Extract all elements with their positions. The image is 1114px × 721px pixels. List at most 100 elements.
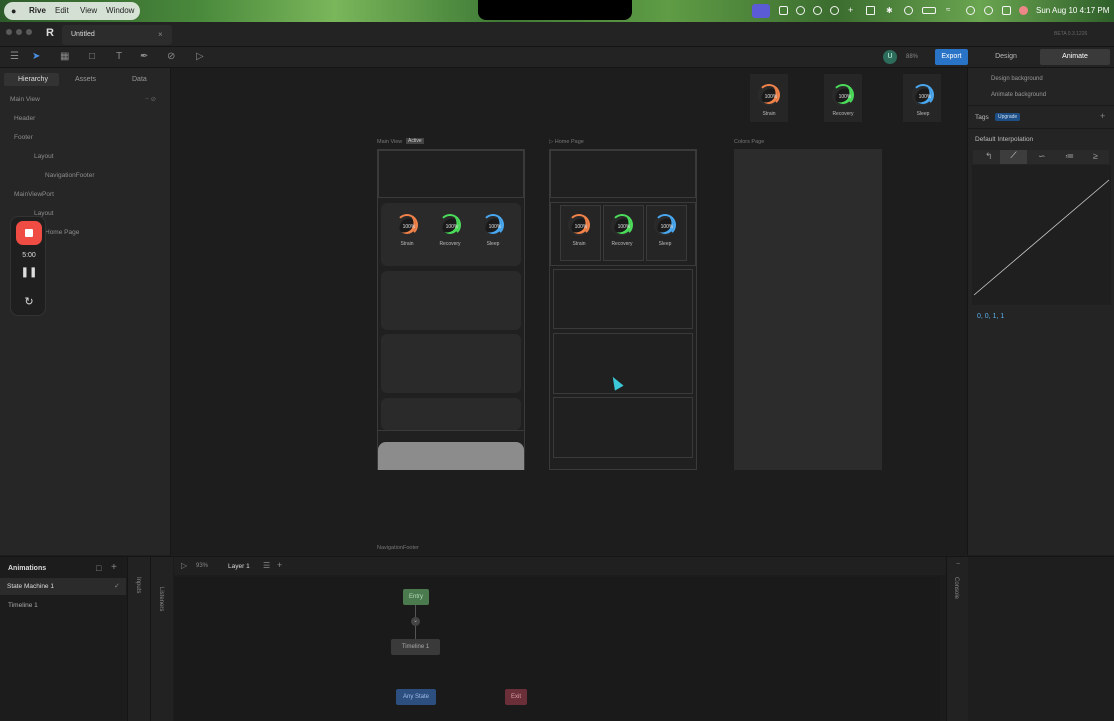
home-section-1[interactable]: [553, 269, 693, 329]
console-sidebar[interactable]: − Console: [946, 557, 968, 721]
custom-interp-icon[interactable]: ≥: [1093, 151, 1098, 161]
listeners-sidebar[interactable]: Listeners: [150, 557, 173, 721]
minimize-window-dot[interactable]: [16, 29, 22, 35]
add-tag-icon[interactable]: +: [1100, 111, 1105, 121]
tree-item-navigationfooter[interactable]: NavigationFooter: [45, 172, 95, 179]
menu-window[interactable]: Window: [106, 6, 134, 15]
menu-app[interactable]: Rive: [29, 6, 46, 15]
design-mode-tab[interactable]: Design: [973, 49, 1039, 65]
search-icon[interactable]: [984, 6, 993, 15]
shape-tool-icon[interactable]: □: [89, 51, 95, 62]
control-center-icon[interactable]: [966, 6, 975, 15]
content-card-3[interactable]: [381, 398, 521, 430]
ring-gauge-0[interactable]: 100%: [758, 84, 780, 106]
content-card-2[interactable]: [381, 334, 521, 393]
ring-gauge-0[interactable]: 100%: [396, 214, 418, 236]
cubic-interp-icon[interactable]: ∽: [1038, 151, 1046, 162]
text-tool-icon[interactable]: T: [116, 51, 122, 62]
animate-background-option[interactable]: Animate background: [991, 92, 1046, 98]
frame-label-colors-page[interactable]: Colors Page: [734, 139, 764, 145]
frame-tool-icon[interactable]: ▦: [60, 51, 69, 62]
canvas[interactable]: 100% 100% 100% Main View Active ▷ Home Pag…: [171, 68, 967, 555]
layer-list-icon[interactable]: ☰: [263, 561, 270, 570]
status-icon-1[interactable]: [779, 6, 788, 15]
ring-gauge-0[interactable]: 100%: [568, 214, 590, 236]
status-icon-3[interactable]: [813, 6, 822, 15]
apple-icon[interactable]: ●: [11, 6, 16, 16]
state-machine-graph[interactable]: Entry ⌄ Timeline 1 Any State Exit: [174, 577, 940, 721]
ring-gauge-2[interactable]: 100%: [654, 214, 676, 236]
status-icon-4[interactable]: [830, 6, 839, 15]
export-button[interactable]: Export: [935, 49, 968, 65]
upgrade-badge[interactable]: Upgrade: [995, 113, 1021, 121]
status-icon-2[interactable]: [796, 6, 805, 15]
add-layer-icon[interactable]: +: [277, 560, 282, 570]
curve-editor[interactable]: [972, 165, 1111, 305]
main-view-frame[interactable]: [377, 149, 525, 470]
tree-item-main-view[interactable]: Main View: [10, 96, 40, 103]
ring-gauge-1[interactable]: 100%: [439, 214, 461, 236]
inputs-label[interactable]: Inputs: [135, 577, 141, 593]
header-area[interactable]: [378, 150, 524, 198]
linear-interp-icon[interactable]: ⟋: [1000, 150, 1027, 164]
animation-row-state-machine[interactable]: State Machine 1 ✓: [0, 578, 126, 595]
check-icon[interactable]: ✓: [114, 582, 120, 590]
state-machine-zoom[interactable]: 93%: [196, 563, 208, 569]
animate-mode-tab[interactable]: Animate: [1040, 49, 1110, 65]
battery-icon[interactable]: [922, 7, 936, 14]
console-label[interactable]: Console: [953, 577, 959, 599]
layer-tab[interactable]: Layer 1: [228, 563, 250, 570]
stop-recording-button[interactable]: [16, 221, 42, 245]
play-icon[interactable]: ▷: [181, 561, 187, 570]
navigation-footer-bar[interactable]: [378, 442, 524, 470]
inputs-sidebar[interactable]: Inputs: [127, 557, 150, 721]
tab-hierarchy[interactable]: Hierarchy: [18, 76, 48, 83]
tab-data[interactable]: Data: [132, 76, 147, 83]
tree-item-mainviewport[interactable]: MainViewPort: [14, 191, 54, 198]
exit-node[interactable]: Exit: [505, 689, 527, 705]
timeline-state-node[interactable]: Timeline 1: [391, 639, 440, 655]
design-background-option[interactable]: Design background: [991, 76, 1043, 82]
rive-logo-icon[interactable]: R: [46, 27, 54, 39]
pen-tool-icon[interactable]: ✒: [140, 51, 148, 62]
wifi-icon[interactable]: ≈: [946, 5, 955, 14]
content-card-1[interactable]: [381, 271, 521, 330]
tree-item-layout[interactable]: Layout: [34, 153, 54, 160]
ring-gauge-1[interactable]: 100%: [832, 84, 854, 106]
frame-label-home-page[interactable]: ▷ Home Page: [549, 139, 584, 145]
maximize-window-dot[interactable]: [26, 29, 32, 35]
home-page-frame[interactable]: [549, 149, 697, 470]
screen-record-icon[interactable]: [752, 4, 770, 18]
user-status-icon[interactable]: [1019, 6, 1028, 15]
menu-edit[interactable]: Edit: [55, 6, 69, 15]
status-icon-6[interactable]: [1002, 6, 1011, 15]
home-header-area[interactable]: [550, 150, 696, 198]
folder-icon[interactable]: □: [96, 563, 101, 573]
restart-icon[interactable]: ↻: [11, 295, 47, 308]
timeline-item[interactable]: Timeline 1: [8, 602, 38, 609]
close-tab-icon[interactable]: ×: [158, 30, 163, 39]
elastic-interp-icon[interactable]: ≔: [1065, 151, 1074, 162]
clock[interactable]: Sun Aug 10 4:17 PM: [1036, 6, 1109, 15]
hold-interp-icon[interactable]: ↰: [985, 151, 993, 162]
colors-page-frame[interactable]: [734, 149, 882, 470]
tree-item-header[interactable]: Header: [14, 115, 35, 122]
tree-item-footer[interactable]: Footer: [14, 134, 33, 141]
any-state-node[interactable]: Any State: [396, 689, 436, 705]
add-animation-icon[interactable]: +: [111, 562, 117, 573]
zoom-level[interactable]: 88%: [906, 54, 918, 60]
document-tab[interactable]: Untitled ×: [62, 25, 172, 45]
transition-arrow-icon[interactable]: ⌄: [411, 617, 420, 626]
frame-label-navigation-footer[interactable]: NavigationFooter: [377, 545, 419, 551]
collapse-icon[interactable]: −: [956, 561, 960, 568]
select-tool-icon[interactable]: ➤: [32, 51, 40, 62]
ring-gauge-2[interactable]: 100%: [912, 84, 934, 106]
home-section-3[interactable]: [553, 397, 693, 458]
user-avatar[interactable]: U: [883, 50, 897, 64]
plus-status-icon[interactable]: +: [848, 5, 857, 15]
play-status-icon[interactable]: [904, 6, 913, 15]
play-tool-icon[interactable]: ▷: [196, 51, 204, 62]
ring-gauge-1[interactable]: 100%: [611, 214, 633, 236]
pause-icon[interactable]: ❚❚: [11, 267, 47, 278]
curve-values[interactable]: 0, 0, 1, 1: [977, 313, 1004, 320]
